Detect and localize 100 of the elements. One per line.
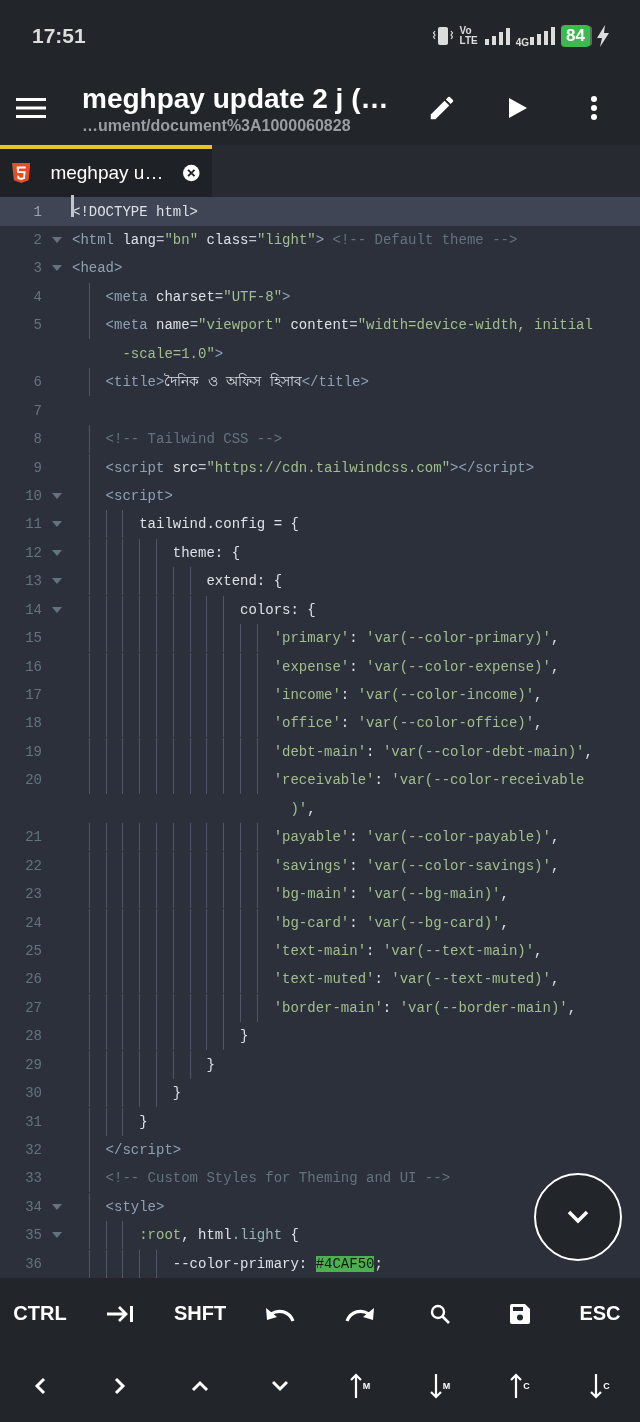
line-number: 30 bbox=[24, 1085, 42, 1102]
line-number: 7 bbox=[32, 402, 42, 419]
code-line: <meta name="viewport" content="width=device-width, initial bbox=[72, 311, 593, 340]
fold-icon[interactable] bbox=[52, 606, 62, 613]
line-number: 4 bbox=[32, 288, 42, 305]
code-line: 'savings': 'var(--color-savings)', bbox=[72, 851, 560, 880]
code-line: tailwind.config = { bbox=[72, 510, 299, 539]
line-number: 31 bbox=[24, 1113, 42, 1130]
jump-down-key[interactable]: M bbox=[400, 1350, 480, 1422]
line-number: 17 bbox=[24, 687, 42, 703]
network-label: 4G bbox=[515, 37, 530, 49]
line-number: 23 bbox=[24, 886, 42, 903]
code-line: 'bg-card': 'var(--bg-card)', bbox=[72, 908, 509, 937]
line-number: 29 bbox=[24, 1056, 42, 1073]
line-number: 36 bbox=[24, 1255, 42, 1272]
line-number: 32 bbox=[24, 1142, 42, 1158]
network-label: LTE bbox=[459, 35, 478, 46]
key-button[interactable]: ESC bbox=[560, 1278, 640, 1350]
signal-icon bbox=[483, 25, 510, 46]
save-icon bbox=[510, 1304, 530, 1324]
code-line: <!-- Tailwind CSS --> bbox=[72, 425, 283, 454]
line-number: 21 bbox=[24, 829, 42, 846]
fold-icon[interactable] bbox=[52, 265, 62, 272]
code-line: <title>দৈনিক ও অফিস হিসাব</title> bbox=[72, 368, 369, 397]
line-number: 16 bbox=[24, 658, 42, 675]
code-line: } bbox=[72, 1079, 182, 1108]
line-number: 14 bbox=[24, 601, 42, 618]
code-line: } bbox=[72, 1022, 249, 1051]
code-line: 'debt-main': 'var(--color-debt-main)', bbox=[72, 737, 593, 766]
more-icon bbox=[590, 95, 598, 122]
line-number: 18 bbox=[24, 715, 42, 732]
redo-icon bbox=[345, 1305, 375, 1323]
line-number: 3 bbox=[32, 260, 42, 277]
code-line: 'expense': 'var(--color-expense)', bbox=[72, 652, 560, 681]
code-line: 'bg-main': 'var(--bg-main)', bbox=[72, 880, 509, 909]
fold-icon[interactable] bbox=[52, 492, 62, 499]
arrow-up-icon bbox=[510, 1373, 523, 1399]
code-line: <!DOCTYPE html> bbox=[72, 197, 199, 226]
chevron-down-icon bbox=[567, 1210, 589, 1225]
code-line: <!-- Custom Styles for Theming and UI --> bbox=[72, 1164, 451, 1193]
line-number: 22 bbox=[24, 857, 42, 874]
code-line: )', bbox=[289, 799, 316, 819]
line-number: 34 bbox=[24, 1198, 42, 1215]
fold-icon[interactable] bbox=[52, 521, 62, 528]
search-icon bbox=[430, 1304, 450, 1324]
fold-icon[interactable] bbox=[52, 578, 62, 585]
code-line: 'income': 'var(--color-income)', bbox=[72, 681, 543, 709]
code-line: 'text-main': 'var(--text-main)', bbox=[72, 936, 543, 965]
jump-up-key[interactable]: M bbox=[320, 1350, 400, 1422]
code-line: --color-primary: #4CAF50; bbox=[72, 1249, 383, 1278]
code-line: } bbox=[72, 1107, 148, 1136]
file-path: …ument/document%3A1000060828 bbox=[82, 117, 352, 136]
code-line: <html lang="bn" class="light"> <!-- Default theme --> bbox=[72, 231, 518, 250]
line-number: 28 bbox=[24, 1028, 42, 1045]
file-tab[interactable]: meghpay u… bbox=[0, 144, 212, 198]
line-number: 24 bbox=[24, 914, 42, 931]
line-number: 12 bbox=[24, 544, 42, 561]
chevron-right-icon bbox=[114, 1377, 126, 1395]
code-line: <meta charset="UTF-8"> bbox=[72, 282, 291, 311]
key-button[interactable]: SHFT bbox=[160, 1278, 240, 1350]
line-number: 15 bbox=[24, 630, 42, 647]
jump-down-key[interactable]: C bbox=[560, 1350, 640, 1422]
fold-icon[interactable] bbox=[52, 1203, 62, 1210]
battery-indicator: 84 bbox=[561, 24, 590, 47]
close-icon[interactable] bbox=[183, 163, 200, 182]
line-number: 25 bbox=[24, 942, 42, 959]
line-number: 11 bbox=[24, 516, 42, 533]
code-line: <script src="https://cdn.tailwindcss.com"></script> bbox=[72, 453, 535, 482]
code-line: <script> bbox=[72, 481, 173, 510]
code-line: colors: { bbox=[72, 595, 316, 624]
line-number: 6 bbox=[32, 374, 42, 391]
code-line: 'primary': 'var(--color-primary)', bbox=[72, 624, 560, 653]
jump-up-key[interactable]: C bbox=[480, 1350, 560, 1422]
vibrate-icon bbox=[431, 25, 454, 46]
tab-arrow-icon bbox=[106, 1304, 134, 1324]
line-number: 33 bbox=[24, 1170, 42, 1187]
code-line: <style> bbox=[72, 1192, 165, 1221]
line-number: 1 bbox=[32, 203, 42, 220]
key-button[interactable]: CTRL bbox=[0, 1278, 80, 1350]
line-number: 26 bbox=[24, 971, 42, 988]
line-number: 5 bbox=[32, 317, 42, 334]
chevron-up-icon bbox=[191, 1380, 209, 1392]
signal-icon bbox=[529, 25, 556, 46]
line-number: 27 bbox=[24, 999, 42, 1016]
arrow-down-icon bbox=[590, 1373, 603, 1399]
fold-icon[interactable] bbox=[52, 1232, 62, 1239]
line-number: 20 bbox=[24, 772, 42, 789]
line-number: 9 bbox=[32, 459, 42, 476]
file-title: meghpay update 2 j (… bbox=[82, 82, 390, 117]
chevron-left-icon bbox=[34, 1377, 46, 1395]
fold-icon[interactable] bbox=[52, 237, 62, 243]
line-number: 19 bbox=[24, 743, 42, 760]
code-line: 'text-muted': 'var(--text-muted)', bbox=[72, 965, 560, 994]
line-number: 10 bbox=[24, 487, 42, 504]
code-line: extend: { bbox=[72, 567, 283, 596]
code-line: theme: { bbox=[72, 538, 241, 567]
code-line: 'payable': 'var(--color-payable)', bbox=[72, 823, 560, 852]
fold-icon[interactable] bbox=[52, 549, 62, 556]
line-number: 8 bbox=[32, 431, 42, 448]
code-line: 'office': 'var(--color-office)', bbox=[72, 709, 543, 738]
